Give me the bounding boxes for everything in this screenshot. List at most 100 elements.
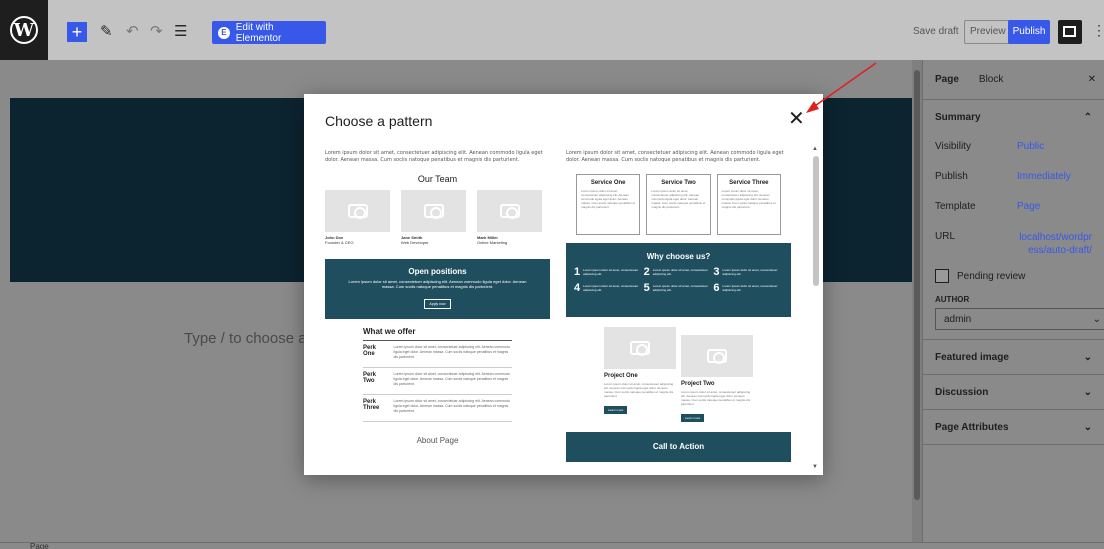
add-block-button[interactable]: + (67, 22, 87, 42)
perk-name: Perk Two (363, 372, 377, 384)
save-draft-button[interactable]: Save draft (910, 20, 962, 44)
template-value[interactable]: Page (1017, 201, 1092, 219)
page-attributes-panel[interactable]: Page Attributes ⌄ (923, 410, 1104, 445)
open-positions-title: Open positions (408, 267, 467, 276)
page-attributes-heading: Page Attributes (935, 421, 1009, 433)
elementor-icon: E (218, 26, 230, 39)
service-desc: Lorem ipsum dolor sit amet, consectetuer… (581, 189, 636, 209)
close-sidebar-icon[interactable]: ✕ (1088, 74, 1096, 85)
why-item: 3 Lorem ipsum dolor sit amet, consectetue… (713, 266, 783, 278)
perk-desc: Lorem ipsum dolor sit amet, consectetuer… (393, 372, 510, 386)
pencil-tools-icon[interactable]: ✎ (100, 22, 113, 40)
pattern-services-page[interactable]: Lorem ipsum dolor sit amet, consectetuer… (566, 150, 791, 462)
pending-review-label: Pending review (957, 270, 1026, 282)
preview-button[interactable]: Preview (964, 20, 1012, 44)
camera-icon (325, 190, 390, 232)
pattern-label: About Page (416, 436, 459, 445)
member-role: Online Marketing (477, 240, 508, 245)
perk-desc: Lorem ipsum dolor sit amet, consectetuer… (393, 345, 510, 359)
publish-label: Publish (935, 171, 968, 182)
member-role: Founder & CEO (325, 240, 354, 245)
learn-more-button: Learn more (604, 406, 628, 414)
publish-value[interactable]: Immediately (1017, 171, 1092, 189)
why-text: Lorem ipsum dolor sit amet, consectetuer… (652, 284, 708, 292)
chevron-down-icon: ⌄ (1092, 313, 1101, 325)
project-title: Project Two (681, 381, 715, 387)
visibility-value[interactable]: Public (1017, 141, 1092, 159)
why-item: 1 Lorem ipsum dolor sit amet, consectetue… (574, 266, 644, 278)
camera-icon (401, 190, 466, 232)
why-text: Lorem ipsum dolor sit amet, consectetuer… (722, 268, 778, 276)
author-label: AUTHOR (935, 295, 970, 304)
block-placeholder[interactable]: Type / to choose a b (184, 330, 319, 347)
undo-icon[interactable]: ↶ (126, 22, 139, 40)
call-to-action-block: Call to Action (566, 432, 791, 462)
why-text: Lorem ipsum dolor sit amet, consectetuer… (652, 268, 708, 276)
service-card: Service Three Lorem ipsum dolor sit amet,… (716, 174, 781, 235)
status-bar: Page (0, 542, 1104, 549)
url-value[interactable]: localhost/wordpress/auto-draft/ (1017, 231, 1092, 257)
project-title: Project One (604, 373, 638, 379)
discussion-panel[interactable]: Discussion ⌄ (923, 375, 1104, 410)
tab-page[interactable]: Page (935, 74, 959, 85)
author-select[interactable]: admin ⌄ (935, 308, 1104, 330)
service-title: Service Two (661, 180, 696, 186)
service-desc: Lorem ipsum dolor sit amet, consectetuer… (721, 189, 776, 209)
author-value: admin (944, 313, 972, 325)
why-number: 1 (574, 266, 581, 278)
canvas-scrollbar[interactable] (912, 60, 922, 542)
tab-block[interactable]: Block (979, 74, 1003, 85)
top-toolbar: W + ✎ ↶ ↷ ☰ E Edit with Elementor Save d… (0, 0, 1104, 60)
why-item: 5 Lorem ipsum dolor sit amet, consectetue… (644, 282, 714, 294)
publish-button[interactable]: Publish (1008, 20, 1050, 44)
team-member: John Doe Founder & CEO (325, 190, 390, 245)
service-card: Service Two Lorem ipsum dolor sit amet, c… (646, 174, 711, 235)
team-grid: John Doe Founder & CEO Jane Smith Web Deve… (325, 190, 550, 245)
open-positions-text: Lorem ipsum dolor sit amet, consectetuer… (348, 279, 527, 289)
why-title: Why choose us? (646, 252, 711, 261)
learn-more-button: Learn more (681, 414, 705, 422)
settings-sidebar-toggle-icon[interactable] (1058, 20, 1082, 44)
summary-panel[interactable]: Summary ⌃ (923, 100, 1104, 135)
pattern-about-page[interactable]: Lorem ipsum dolor sit amet, consectetuer… (325, 150, 550, 445)
why-choose-us-block: Why choose us? 1 Lorem ipsum dolor sit am… (566, 243, 791, 317)
modal-scrollbar[interactable]: ▲ ▼ (812, 146, 821, 475)
perk-row: Perk Three Lorem ipsum dolor sit amet, co… (363, 395, 512, 422)
pending-review-checkbox[interactable] (935, 269, 949, 283)
camera-icon (604, 327, 676, 369)
team-member: Mark Miller Online Marketing (477, 190, 542, 245)
service-title: Service Three (729, 180, 769, 186)
discussion-heading: Discussion (935, 386, 989, 398)
why-item: 6 Lorem ipsum dolor sit amet, consectetue… (713, 282, 783, 294)
team-member: Jane Smith Web Developer (401, 190, 466, 245)
wordpress-logo-icon[interactable]: W (0, 0, 48, 60)
why-text: Lorem ipsum dolor sit amet, consectetuer… (583, 284, 639, 292)
why-number: 2 (643, 266, 650, 278)
perk-name: Perk Three (363, 399, 380, 411)
url-row: URL localhost/wordpress/auto-draft/ (923, 225, 1104, 263)
pattern-intro-text: Lorem ipsum dolor sit amet, consectetuer… (325, 150, 543, 163)
service-desc: Lorem ipsum dolor sit amet, consectetuer… (651, 189, 706, 209)
perk-row: Perk Two Lorem ipsum dolor sit amet, cons… (363, 368, 512, 395)
red-arrow-annotation (806, 62, 877, 113)
what-we-offer-block: What we offer Perk One Lorem ipsum dolor … (363, 327, 512, 422)
featured-image-panel[interactable]: Featured image ⌄ (923, 340, 1104, 375)
url-label: URL (935, 231, 956, 242)
document-overview-icon[interactable]: ☰ (174, 22, 187, 40)
project-desc: Lorem ipsum dolor sit amet, consectetuer… (681, 390, 751, 406)
perk-row: Perk One Lorem ipsum dolor sit amet, cons… (363, 341, 512, 368)
project-desc: Lorem ipsum dolor sit amet, consectetuer… (604, 382, 674, 398)
visibility-label: Visibility (935, 141, 971, 152)
perk-desc: Lorem ipsum dolor sit amet, consectetuer… (393, 399, 510, 413)
chevron-down-icon: ⌄ (1083, 351, 1092, 363)
template-row: Template Page (923, 195, 1104, 225)
more-options-icon[interactable]: ⋮ (1092, 22, 1104, 39)
chevron-down-icon: ⌄ (1083, 421, 1092, 433)
why-number: 5 (643, 282, 650, 294)
redo-icon[interactable]: ↷ (150, 22, 163, 40)
summary-heading: Summary (935, 112, 981, 123)
why-number: 4 (574, 282, 581, 294)
edit-with-elementor-button[interactable]: E Edit with Elementor (212, 21, 326, 44)
choose-pattern-modal: Choose a pattern ✕ ▲ ▼ Lorem ipsum dolor … (304, 94, 823, 475)
member-role: Web Developer (401, 240, 429, 245)
